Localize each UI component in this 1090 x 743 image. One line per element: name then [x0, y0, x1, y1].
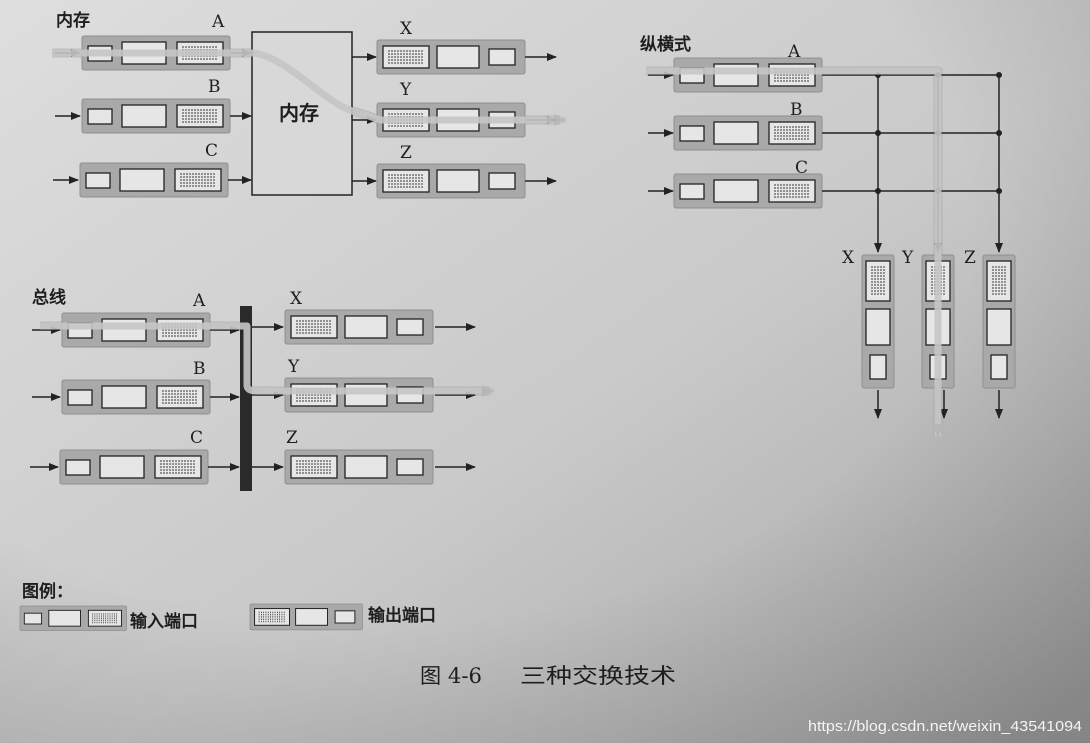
- figure-number: 图 4-6: [420, 664, 482, 688]
- crossbar-output-port-x: [861, 254, 895, 389]
- bus-input-port-b: [61, 379, 211, 415]
- memory-output-label-y: Y: [399, 80, 412, 100]
- figure-title: 三种交换技术: [520, 664, 676, 688]
- memory-output-port-x: [376, 39, 526, 75]
- figure-caption: 图 4-6 三种交换技术: [420, 664, 676, 688]
- crossbar-input-port-c: [673, 173, 823, 209]
- crossbar-input-label-c: C: [795, 158, 808, 178]
- memory-output-label-x: X: [400, 19, 413, 39]
- crosspoint-a-z: [996, 72, 1002, 78]
- bus-input-port-c: [59, 449, 209, 485]
- watermark-url: https://blog.csdn.net/weixin_43541094: [808, 718, 1082, 735]
- bus-output-port-z: [284, 449, 434, 485]
- legend-input-port-label: 输入端口: [130, 611, 198, 632]
- crosspoint-c-z: [996, 188, 1002, 194]
- bus-input-label-b: B: [193, 359, 206, 379]
- memory-output-label-z: Z: [400, 143, 412, 163]
- memory-input-port-b: [81, 98, 231, 134]
- memory-input-label-c: C: [205, 141, 218, 161]
- bus-input-label-c: C: [190, 428, 203, 448]
- bus-output-label-z: Z: [286, 428, 298, 448]
- memory-section-label: 内存: [56, 10, 90, 31]
- crossbar-output-label-x: X: [842, 248, 855, 268]
- memory-input-port-c: [79, 162, 229, 198]
- bus-section-label: 总线: [32, 287, 66, 308]
- bus-output-port-x: [284, 309, 434, 345]
- legend-input-port-swatch: [19, 605, 128, 631]
- memory-input-label-a: A: [211, 12, 225, 32]
- crossbar-input-label-a: A: [787, 42, 801, 62]
- bus-output-label-x: X: [290, 289, 303, 309]
- memory-input-label-b: B: [208, 77, 221, 97]
- crossbar-input-port-b: [673, 115, 823, 151]
- crossbar-input-port-a: [673, 57, 823, 93]
- memory-output-port-z: [376, 163, 526, 199]
- crosspoint-b-z: [996, 130, 1002, 136]
- crossbar-section-label: 纵横式: [640, 34, 691, 55]
- switching-techniques-figure: 内存 A B C 内存 X Y Z 纵横式 A B C X Y Z 总线 A B…: [0, 0, 1090, 743]
- bus-output-port-y: [284, 377, 434, 413]
- crossbar-output-label-z: Z: [964, 248, 976, 268]
- crossbar-input-label-b: B: [790, 100, 803, 120]
- legend-output-port-swatch: [249, 603, 363, 631]
- legend-output-port-label: 输出端口: [368, 605, 436, 626]
- bus-input-port-a: [61, 312, 211, 348]
- crosspoint-c-x: [875, 188, 881, 194]
- crosspoint-b-x: [875, 130, 881, 136]
- legend-title: 图例：: [22, 581, 73, 602]
- crossbar-output-label-y: Y: [901, 248, 914, 268]
- memory-box-label: 内存: [279, 101, 319, 125]
- bus-input-label-a: A: [192, 291, 206, 311]
- crossbar-output-port-z: [982, 254, 1016, 389]
- bus-output-label-y: Y: [287, 357, 300, 377]
